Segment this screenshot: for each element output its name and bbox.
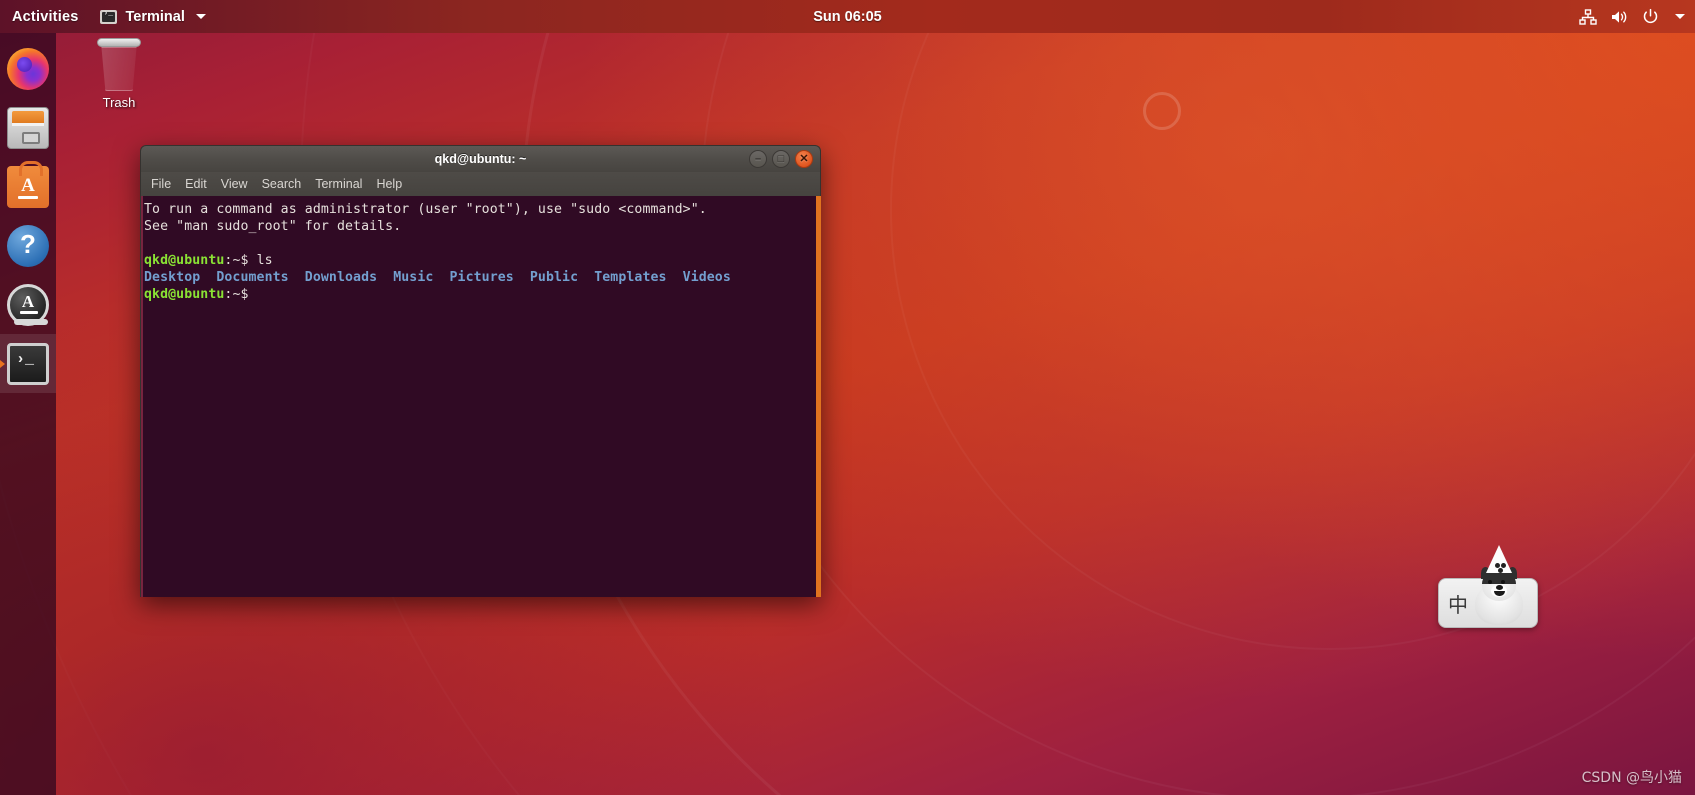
- app-menu-button[interactable]: Terminal: [92, 9, 213, 25]
- menu-item-help[interactable]: Help: [376, 177, 402, 191]
- dock-item-ubuntu-software[interactable]: [0, 157, 56, 216]
- watermark: CSDN @鸟小猫: [1581, 770, 1682, 786]
- clock[interactable]: Sun 06:05: [0, 9, 1695, 25]
- desktop-icon-trash[interactable]: Trash: [88, 38, 150, 110]
- prompt-user-host: qkd@ubuntu: [144, 253, 225, 268]
- power-icon[interactable]: [1642, 8, 1659, 25]
- menu-item-view[interactable]: View: [221, 177, 248, 191]
- menu-item-search[interactable]: Search: [262, 177, 302, 191]
- files-icon: [7, 106, 49, 149]
- window-titlebar[interactable]: qkd@ubuntu: ~ – □ ✕: [140, 145, 821, 172]
- close-icon: ✕: [799, 153, 809, 165]
- ime-mode-label[interactable]: 中: [1439, 589, 1468, 618]
- top-bar: Activities Terminal Sun 06:05: [0, 0, 1695, 33]
- prompt-path: :~$: [224, 253, 249, 268]
- terminal-line: See "man sudo_root" for details.: [144, 219, 402, 234]
- window-controls: – □ ✕: [749, 150, 813, 168]
- trash-lid-icon: [97, 38, 141, 47]
- prompt-path: :~$: [224, 287, 249, 302]
- menu-item-file[interactable]: File: [151, 177, 171, 191]
- dock-item-help[interactable]: [0, 216, 56, 275]
- network-icon[interactable]: [1579, 8, 1597, 25]
- husky-dog-icon: [1473, 545, 1525, 627]
- terminal-icon: [100, 9, 118, 24]
- dock-item-firefox[interactable]: [0, 39, 56, 98]
- maximize-button[interactable]: □: [772, 150, 790, 168]
- terminal-line: To run a command as administrator (user …: [144, 202, 707, 217]
- minimize-button[interactable]: –: [749, 150, 767, 168]
- dock-item-software-updater[interactable]: [0, 275, 56, 334]
- ubuntu-software-icon: [7, 160, 49, 208]
- terminal-icon: [7, 342, 49, 385]
- menu-bar: File Edit View Search Terminal Help: [140, 172, 821, 196]
- close-button[interactable]: ✕: [795, 150, 813, 168]
- dock-item-terminal[interactable]: [0, 334, 56, 393]
- terminal-left-edge: [141, 196, 143, 597]
- trash-icon: [101, 47, 137, 91]
- dock-item-files[interactable]: [0, 98, 56, 157]
- dock: [0, 33, 56, 795]
- window-title: qkd@ubuntu: ~: [434, 152, 527, 166]
- prompt-user-host: qkd@ubuntu: [144, 287, 225, 302]
- prompt-command: ls: [248, 253, 273, 268]
- firefox-icon: [7, 47, 49, 90]
- ls-listing: Desktop Documents Downloads Music Pictur…: [144, 270, 731, 285]
- chevron-down-icon: [195, 14, 206, 19]
- software-updater-icon: [7, 283, 49, 326]
- help-icon: [7, 224, 49, 267]
- app-menu-label: Terminal: [125, 8, 185, 25]
- terminal-scrollbar-thumb[interactable]: [816, 196, 821, 597]
- menu-item-edit[interactable]: Edit: [185, 177, 207, 191]
- menu-item-terminal[interactable]: Terminal: [315, 177, 362, 191]
- activities-button[interactable]: Activities: [0, 9, 92, 25]
- status-indicators[interactable]: [1579, 8, 1695, 25]
- volume-icon[interactable]: [1610, 9, 1629, 25]
- terminal-output: To run a command as administrator (user …: [141, 201, 813, 303]
- terminal-window: qkd@ubuntu: ~ – □ ✕ File Edit View Searc…: [140, 145, 821, 597]
- trash-label: Trash: [102, 95, 136, 110]
- terminal-content[interactable]: To run a command as administrator (user …: [140, 196, 821, 597]
- minimize-glyph: –: [754, 153, 762, 165]
- chevron-down-icon[interactable]: [1675, 14, 1685, 19]
- input-method-widget[interactable]: 中 °，: [1438, 545, 1538, 628]
- terminal-scrollbar[interactable]: [816, 196, 821, 597]
- maximize-glyph: □: [777, 153, 785, 165]
